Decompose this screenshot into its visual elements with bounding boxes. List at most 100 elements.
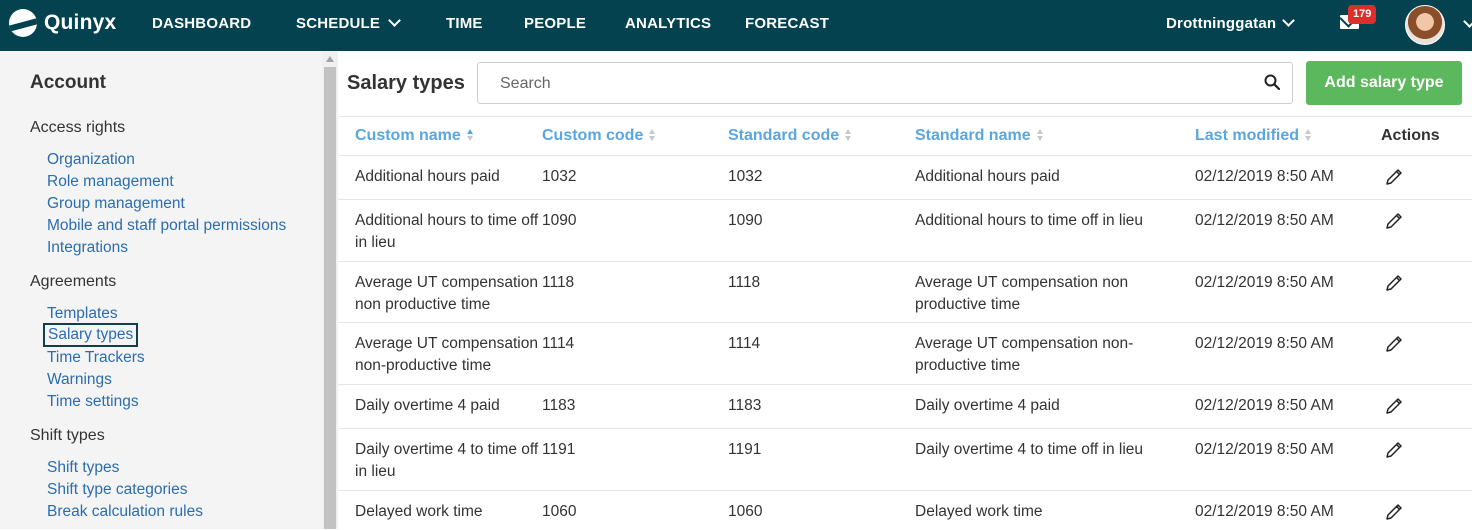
sidebar-title: Account bbox=[30, 72, 106, 93]
cell-custom-code: 1118 bbox=[542, 274, 575, 291]
column-header-label: Standard code bbox=[728, 127, 840, 144]
sidebar-item-shift-type-categories[interactable]: Shift type categories bbox=[47, 479, 187, 501]
edit-pencil-icon[interactable] bbox=[1383, 501, 1405, 523]
sort-ascending-icon bbox=[466, 129, 474, 141]
sort-icon bbox=[845, 129, 852, 141]
cell-last-modified: 02/12/2019 8:50 AM bbox=[1195, 397, 1334, 414]
cell-custom-name: Daily overtime 4 to time off in lieu bbox=[355, 441, 539, 480]
search-icon[interactable] bbox=[1264, 74, 1280, 90]
sidebar-item-role-management[interactable]: Role management bbox=[47, 171, 174, 193]
cell-custom-name: Additional hours paid bbox=[355, 168, 500, 185]
scroll-up-arrow-icon[interactable] bbox=[326, 56, 334, 62]
cell-standard-code: 1090 bbox=[728, 212, 763, 229]
sidebar-group-shift-types: Shift types bbox=[30, 427, 105, 444]
cell-standard-name: Average UT compensation non-productive t… bbox=[915, 335, 1134, 374]
unit-selector-label: Drottninggatan bbox=[1166, 15, 1277, 32]
column-header-custom-code[interactable]: Custom code bbox=[542, 127, 656, 145]
cell-last-modified: 02/12/2019 8:50 AM bbox=[1195, 168, 1334, 185]
unit-selector[interactable]: Drottninggatan bbox=[1166, 0, 1296, 51]
quinyx-logo[interactable]: Quinyx bbox=[9, 9, 116, 37]
table-row: Delayed work time 1060 1060 Delayed work… bbox=[338, 490, 1472, 530]
table-header-divider bbox=[338, 116, 1472, 117]
sort-icon bbox=[1036, 129, 1044, 141]
edit-pencil-icon[interactable] bbox=[1383, 395, 1405, 417]
cell-last-modified: 02/12/2019 8:50 AM bbox=[1195, 212, 1334, 229]
cell-custom-code: 1191 bbox=[542, 441, 576, 458]
nav-forecast[interactable]: FORECAST bbox=[745, 0, 829, 51]
cell-standard-name: Additional hours to time off in lieu bbox=[915, 212, 1144, 229]
cell-custom-code: 1114 bbox=[542, 335, 575, 352]
sidebar-item-mobile-staff-portal-permissions[interactable]: Mobile and staff portal permissions bbox=[47, 215, 286, 237]
nav-dashboard[interactable]: DASHBOARD bbox=[152, 0, 251, 51]
sidebar-item-group-management[interactable]: Group management bbox=[47, 193, 185, 215]
column-header-actions: Actions bbox=[1381, 127, 1440, 144]
sidebar-item-break-calculation-rules[interactable]: Break calculation rules bbox=[47, 501, 203, 523]
edit-pencil-icon[interactable] bbox=[1383, 333, 1405, 355]
sidebar-item-organization[interactable]: Organization bbox=[47, 149, 135, 171]
table-row: Additional hours paid 1032 1032 Addition… bbox=[338, 155, 1472, 200]
page-title: Salary types bbox=[347, 72, 465, 94]
cell-custom-name: Average UT compensation non-productive t… bbox=[355, 335, 538, 374]
cell-last-modified: 02/12/2019 8:50 AM bbox=[1195, 335, 1334, 352]
edit-pencil-icon[interactable] bbox=[1383, 439, 1405, 461]
edit-pencil-icon[interactable] bbox=[1383, 210, 1405, 232]
nav-schedule[interactable]: SCHEDULE bbox=[296, 0, 401, 51]
top-navigation-bar: Quinyx DASHBOARD SCHEDULE TIME PEOPLE AN… bbox=[0, 0, 1472, 51]
column-header-standard-name[interactable]: Standard name bbox=[915, 127, 1044, 145]
add-salary-type-button[interactable]: Add salary type bbox=[1306, 61, 1462, 105]
sidebar-item-warnings[interactable]: Warnings bbox=[47, 369, 112, 391]
column-header-last-modified[interactable]: Last modified bbox=[1195, 127, 1312, 145]
cell-standard-code: 1032 bbox=[728, 168, 763, 185]
column-header-standard-code[interactable]: Standard code bbox=[728, 127, 852, 145]
cell-custom-code: 1060 bbox=[542, 503, 577, 520]
cell-standard-code: 1118 bbox=[728, 274, 761, 291]
table-row: Average UT compensation non productive t… bbox=[338, 261, 1472, 323]
sidebar-group-access-rights: Access rights bbox=[30, 119, 126, 136]
quinyx-logo-icon bbox=[9, 9, 37, 37]
cell-standard-code: 1191 bbox=[728, 441, 762, 458]
scrollbar-thumb[interactable] bbox=[324, 67, 336, 529]
sidebar-item-integrations[interactable]: Integrations bbox=[47, 237, 128, 259]
table-row: Average UT compensation non-productive t… bbox=[338, 322, 1472, 385]
sidebar-item-shift-types[interactable]: Shift types bbox=[47, 457, 119, 479]
column-header-custom-name[interactable]: Custom name bbox=[355, 127, 474, 145]
nav-analytics[interactable]: ANALYTICS bbox=[625, 0, 711, 51]
table-row: Daily overtime 4 paid 1183 1183 Daily ov… bbox=[338, 384, 1472, 429]
cell-standard-code: 1060 bbox=[728, 503, 763, 520]
sidebar-item-templates[interactable]: Templates bbox=[47, 303, 118, 325]
cell-last-modified: 02/12/2019 8:50 AM bbox=[1195, 274, 1334, 291]
cell-custom-name: Additional hours to time off in lieu bbox=[355, 212, 539, 251]
table-row: Daily overtime 4 to time off in lieu 119… bbox=[338, 428, 1472, 491]
column-header-label: Last modified bbox=[1195, 127, 1300, 144]
search-input[interactable] bbox=[478, 63, 1262, 105]
cell-custom-code: 1032 bbox=[542, 168, 577, 185]
nav-time[interactable]: TIME bbox=[446, 0, 483, 51]
sidebar-item-time-trackers[interactable]: Time Trackers bbox=[47, 347, 145, 369]
cell-standard-name: Daily overtime 4 to time off in lieu bbox=[915, 441, 1144, 458]
column-header-label: Custom name bbox=[355, 127, 461, 144]
search-box bbox=[477, 62, 1293, 105]
cell-custom-code: 1183 bbox=[542, 397, 576, 414]
sidebar-item-salary-types[interactable]: Salary types bbox=[43, 323, 139, 347]
nav-schedule-label: SCHEDULE bbox=[296, 15, 381, 32]
cell-standard-code: 1114 bbox=[728, 335, 761, 352]
sidebar-group-agreements: Agreements bbox=[30, 273, 117, 290]
cell-custom-name: Average UT compensation non productive t… bbox=[355, 274, 538, 313]
nav-people[interactable]: PEOPLE bbox=[524, 0, 586, 51]
chevron-down-icon[interactable] bbox=[1463, 15, 1472, 28]
sort-icon bbox=[649, 129, 656, 141]
table-row: Additional hours to time off in lieu 109… bbox=[338, 199, 1472, 262]
edit-pencil-icon[interactable] bbox=[1383, 166, 1405, 188]
cell-standard-name: Additional hours paid bbox=[915, 168, 1060, 185]
edit-pencil-icon[interactable] bbox=[1383, 272, 1405, 294]
cell-last-modified: 02/12/2019 8:50 AM bbox=[1195, 441, 1334, 458]
avatar[interactable] bbox=[1405, 5, 1445, 45]
sidebar-item-time-settings[interactable]: Time settings bbox=[47, 391, 139, 413]
logo-text: Quinyx bbox=[44, 11, 117, 34]
cell-last-modified: 02/12/2019 8:50 AM bbox=[1195, 503, 1334, 520]
cell-custom-code: 1090 bbox=[542, 212, 577, 229]
cell-custom-name: Daily overtime 4 paid bbox=[355, 397, 500, 414]
notification-badge: 179 bbox=[1348, 5, 1377, 24]
cell-standard-name: Average UT compensation non productive t… bbox=[915, 274, 1129, 313]
column-header-label: Custom code bbox=[542, 127, 644, 144]
